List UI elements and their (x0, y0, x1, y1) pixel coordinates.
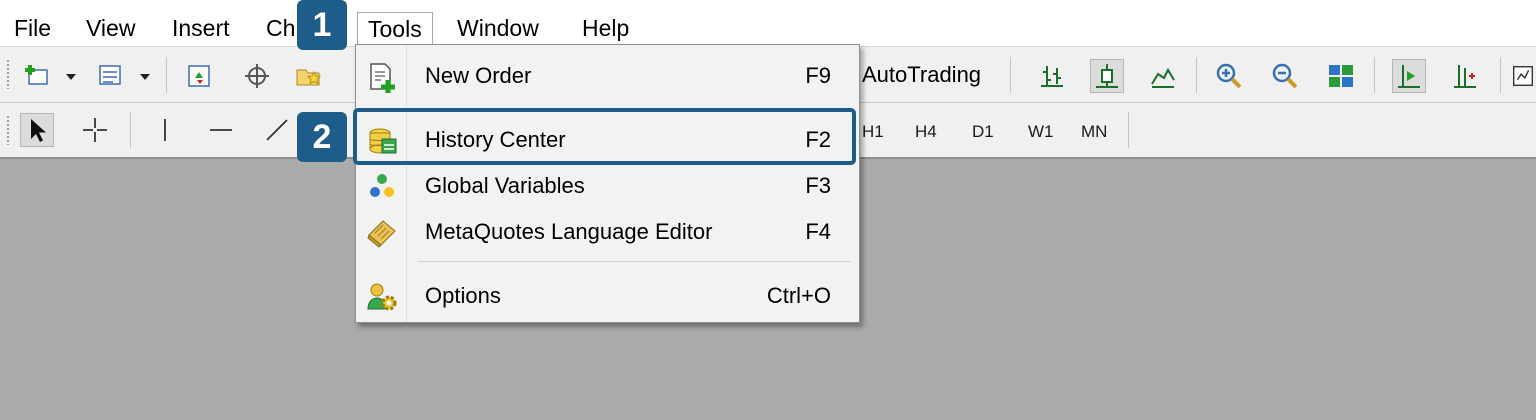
timeframe-h1[interactable]: H1 (862, 122, 884, 142)
step-badge-2: 2 (297, 112, 347, 162)
bar-chart-icon[interactable] (1035, 59, 1069, 93)
vertical-line-icon[interactable] (148, 113, 182, 147)
menu-item-options[interactable]: Options Ctrl+O (356, 271, 859, 319)
zoom-out-icon[interactable] (1268, 59, 1302, 93)
toolbar-separator (1500, 57, 1501, 93)
menu-help[interactable]: Help (582, 14, 629, 42)
crosshair-navigator-icon[interactable] (240, 59, 274, 93)
cursor-icon[interactable] (20, 113, 54, 147)
new-chart-icon[interactable] (20, 59, 54, 93)
toolbar-separator (1196, 57, 1197, 93)
menu-item-label: New Order (425, 63, 532, 88)
menu-view[interactable]: View (86, 14, 135, 42)
new-order-icon (370, 63, 395, 93)
new-chart-dropdown-icon[interactable] (66, 74, 76, 80)
tile-windows-icon[interactable] (1324, 59, 1358, 93)
history-center-highlight (353, 108, 856, 165)
indicators-icon[interactable] (1510, 59, 1536, 93)
toolbar-separator (130, 112, 131, 148)
menu-item-label: MetaQuotes Language Editor (425, 219, 713, 244)
menu-item-shortcut: Ctrl+O (766, 283, 831, 308)
toolbar-separator (1010, 57, 1011, 93)
menu-item-label: Options (425, 283, 501, 308)
menu-item-shortcut: F9 (805, 63, 831, 88)
menu-item-shortcut: F3 (805, 173, 831, 198)
chart-shift-icon[interactable] (1448, 59, 1482, 93)
candlestick-chart-icon[interactable] (1090, 59, 1124, 93)
zoom-in-icon[interactable] (1212, 59, 1246, 93)
menu-separator (418, 261, 851, 262)
timeframe-h4[interactable]: H4 (915, 122, 937, 142)
horizontal-line-icon[interactable] (204, 113, 238, 147)
favorites-folder-icon[interactable] (292, 59, 326, 93)
global-variables-icon (370, 174, 394, 197)
autotrading-button[interactable]: AutoTrading (862, 61, 981, 89)
metaeditor-icon (367, 220, 396, 248)
timeframe-mn[interactable]: MN (1081, 122, 1107, 142)
trendline-icon[interactable] (260, 113, 294, 147)
market-watch-icon[interactable] (182, 59, 216, 93)
timeframe-w1[interactable]: W1 (1028, 122, 1054, 142)
options-icon (367, 283, 397, 311)
menu-item-label: Global Variables (425, 173, 585, 198)
menu-item-metaquotes-language-editor[interactable]: MetaQuotes Language Editor F4 (356, 207, 859, 255)
auto-scroll-icon[interactable] (1392, 59, 1426, 93)
menu-tools[interactable]: Tools (357, 12, 433, 44)
toolbar-separator (166, 57, 167, 93)
window-top-edge (0, 0, 1536, 8)
menu-window[interactable]: Window (457, 14, 539, 42)
toolbar-grip[interactable] (6, 59, 10, 89)
toolbar-separator (1374, 57, 1375, 93)
step-badge-1: 1 (297, 0, 347, 50)
profiles-dropdown-icon[interactable] (140, 74, 150, 80)
menu-charts[interactable]: Ch (266, 14, 295, 42)
menu-bar: File View Insert Ch Tools Window Help (0, 8, 1536, 47)
profiles-icon[interactable] (94, 59, 128, 93)
menu-file[interactable]: File (14, 14, 51, 42)
menu-item-new-order[interactable]: New Order F9 (356, 51, 859, 99)
menu-insert[interactable]: Insert (172, 14, 230, 42)
menu-item-shortcut: F4 (805, 219, 831, 244)
toolbar-grip[interactable] (6, 115, 10, 145)
toolbar-separator (1128, 112, 1129, 148)
menu-item-global-variables[interactable]: Global Variables F3 (356, 161, 859, 209)
tools-menu-dropdown: New Order F9 History Center F2 Global Va… (355, 44, 860, 323)
timeframe-d1[interactable]: D1 (972, 122, 994, 142)
crosshair-icon[interactable] (78, 113, 112, 147)
line-chart-icon[interactable] (1146, 59, 1180, 93)
